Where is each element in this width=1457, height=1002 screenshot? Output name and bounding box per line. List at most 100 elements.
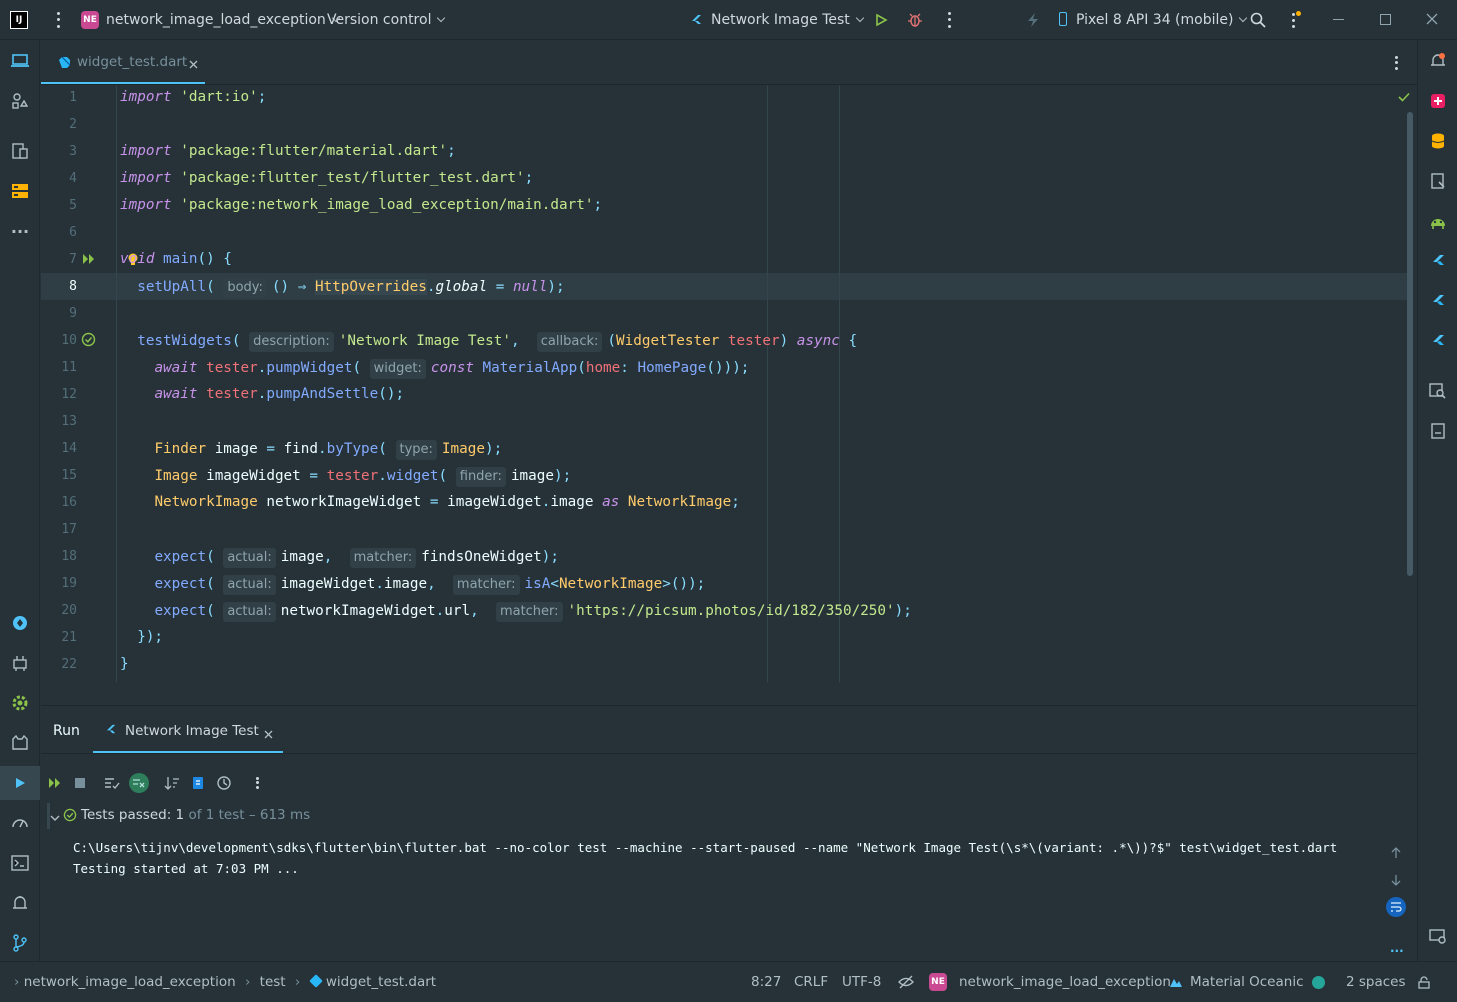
console-output-line: Testing started at 7:03 PM ... [73,861,299,876]
param-hint: callback: [536,332,603,352]
structure-icon[interactable] [0,84,40,118]
editor-scrollbar[interactable] [1407,112,1413,576]
line-number: 7 [69,252,77,267]
window-layout-icon[interactable] [1418,920,1457,954]
breadcrumb-folder[interactable]: test [260,974,286,990]
caret-position[interactable]: 8:27 [751,962,781,1002]
param-hint: type: [395,440,437,460]
more-actions-icon[interactable] [945,10,953,30]
close-window-icon[interactable] [1425,12,1439,30]
import-tests-icon[interactable] [188,773,208,793]
theme-name[interactable]: Material Oceanic [1190,962,1304,1002]
param-hint: actual: [223,602,276,622]
services-icon[interactable] [0,174,40,208]
device-selector[interactable]: Pixel 8 API 34 (mobile) [1076,0,1248,40]
run-tool-window: Run Network Image Test Tests passed: 1 o… [41,705,1417,961]
maximize-icon[interactable] [1380,14,1391,25]
show-ignored-icon[interactable] [129,773,149,793]
hot-reload-icon[interactable] [1026,12,1040,32]
tab-options-icon[interactable] [1393,55,1399,71]
stop-icon[interactable] [70,773,90,793]
lock-icon[interactable] [1418,976,1430,993]
param-hint: matcher: [495,602,563,622]
line-number: 19 [61,576,77,591]
breadcrumb-chevron-icon: › [244,974,251,990]
settings-menu-icon[interactable] [1290,10,1301,30]
running-devices-icon[interactable] [1418,414,1457,448]
line-number: 3 [69,144,77,159]
file-encoding[interactable]: UTF-8 [842,962,881,1002]
run-icon[interactable] [874,13,888,31]
minimize-icon[interactable] [1333,19,1344,20]
collapse-chevron-icon[interactable] [50,810,60,826]
logcat-icon[interactable] [0,726,40,760]
terminal-icon[interactable] [0,846,40,880]
profiler-icon[interactable] [0,806,40,840]
code-editor[interactable]: 1 2 3 4 5 6 7 8 9 10 11 12 13 14 15 16 1… [41,86,1417,682]
code-line-14: Finder image = find.byType( type: Image); [120,440,502,460]
code-line-8: setUpAll( body:() ⇒ HttpOverrides.global… [120,278,565,298]
notifications-icon[interactable] [1418,44,1457,78]
more-tools-icon[interactable]: ··· [0,214,40,248]
line-number: 8 [69,279,77,294]
tests-summary[interactable]: Tests passed: 1 of 1 test – 613 ms [81,807,310,823]
app-inspection-icon[interactable] [1418,374,1457,408]
device-manager-icon[interactable] [0,134,40,168]
git-branch-icon[interactable] [0,926,40,960]
app-logo-icon[interactable]: IJ [10,11,28,29]
plugin-icon[interactable] [1418,84,1457,118]
status-project-name[interactable]: network_image_load_exception [959,962,1171,1002]
sort-icon[interactable] [162,773,182,793]
param-hint: finder: [455,467,506,487]
run-all-tests-gutter-icon[interactable] [82,253,96,269]
tab-network-image-test[interactable]: Network Image Test [93,706,283,753]
search-icon[interactable] [1250,12,1266,32]
show-passed-icon[interactable] [102,773,122,793]
rerun-icon[interactable] [45,773,65,793]
tests-detail: of 1 test – 613 ms [188,807,311,823]
flutter-inspector-icon[interactable] [0,606,40,640]
debug-icon[interactable] [907,12,923,32]
android-robot-icon[interactable] [0,646,40,680]
problems-icon[interactable] [0,886,40,920]
tab-run[interactable]: Run [53,723,80,739]
breadcrumb-file[interactable]: widget_test.dart [326,974,436,990]
project-selector[interactable]: network_image_load_exception [106,0,341,40]
flutter-devtools-icon[interactable] [1418,324,1457,358]
main-menu-icon[interactable] [54,10,62,30]
line-number: 10 [61,333,77,348]
database-icon[interactable] [1418,124,1457,158]
history-icon[interactable] [214,773,234,793]
flutter-test-icon [105,723,118,740]
device-file-explorer-icon[interactable] [1418,164,1457,198]
chevron-down-icon [855,13,865,23]
code-line-11: await tester.pumpWidget( widget: const Ma… [120,359,749,379]
project-view-icon[interactable] [0,44,40,78]
project-badge: NE [81,11,99,29]
settings-gear-icon[interactable] [0,686,40,720]
test-passed-gutter-icon[interactable] [81,332,96,351]
readonly-toggle-icon[interactable] [898,975,914,993]
code-line-5: import 'package:network_image_load_excep… [120,197,603,213]
run-more-icon[interactable] [254,776,260,790]
breadcrumb-project[interactable]: network_image_load_exception [24,974,236,990]
code-line-21: }); [137,629,164,645]
flutter-outline-icon[interactable] [1418,244,1457,278]
scroll-up-icon[interactable] [1390,847,1402,863]
tab-widget-test[interactable]: widget_test.dart [41,41,205,84]
scroll-down-icon[interactable] [1390,874,1402,890]
vcs-selector[interactable]: Version control [327,0,446,40]
console-more-icon[interactable]: ··· [1390,944,1404,958]
soft-wrap-icon[interactable] [1386,897,1406,917]
line-separator[interactable]: CRLF [794,962,828,1002]
run-tool-icon[interactable] [0,766,40,800]
close-tab-icon[interactable] [189,57,198,73]
gradle-icon[interactable] [1418,204,1457,238]
close-tab-icon[interactable] [264,727,273,743]
flutter-performance-icon[interactable] [1418,284,1457,318]
line-number: 2 [69,117,77,132]
run-config-selector[interactable]: Network Image Test [711,0,865,40]
run-config-tab-label: Network Image Test [125,723,259,739]
code-line-20: expect( actual: networkImageWidget.url, m… [120,602,912,622]
indent-setting[interactable]: 2 spaces [1346,962,1406,1002]
